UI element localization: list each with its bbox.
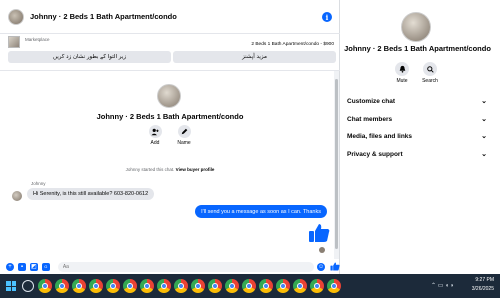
composer: + ▪ ◩ G ☺ bbox=[0, 259, 340, 274]
message-input[interactable] bbox=[57, 261, 315, 272]
media-files-links-item[interactable]: Media, files and links ⌄ bbox=[347, 130, 487, 142]
chrome-taskbar-icon[interactable] bbox=[123, 279, 137, 293]
mark-pending-button[interactable]: زیر التوا کے بطور نشان زد کریں bbox=[8, 51, 171, 63]
thumbs-up-icon[interactable] bbox=[308, 223, 330, 243]
listing-title[interactable]: 2 Beds 1 Bath Apartment/condo - $900 bbox=[251, 42, 334, 47]
like-send-icon[interactable] bbox=[330, 262, 340, 271]
marketplace-banner: Marketplace 2 Beds 1 Bath Apartment/cond… bbox=[0, 34, 340, 68]
sender-name: Johnny bbox=[31, 181, 46, 186]
search-button[interactable]: Search bbox=[418, 62, 442, 84]
chrome-taskbar-icon[interactable] bbox=[55, 279, 69, 293]
pencil-icon bbox=[177, 125, 191, 138]
chat-members-item[interactable]: Chat members ⌄ bbox=[347, 113, 487, 125]
chevron-down-icon: ⌄ bbox=[481, 151, 487, 158]
outgoing-message[interactable]: I'll send you a message as soon as I can… bbox=[195, 205, 327, 218]
add-button[interactable]: Add bbox=[140, 125, 170, 146]
search-icon bbox=[423, 62, 437, 76]
details-name: Johnny · 2 Beds 1 Bath Apartment/condo bbox=[344, 44, 491, 53]
emoji-icon[interactable]: ☺ bbox=[317, 262, 326, 271]
chrome-taskbar-icon[interactable] bbox=[157, 279, 171, 293]
scroll-thumb[interactable] bbox=[335, 79, 338, 249]
customize-chat-item[interactable]: Customize chat ⌄ bbox=[347, 95, 487, 107]
profile-photo[interactable] bbox=[157, 84, 181, 108]
chat-pane: Johnny · 2 Beds 1 Bath Apartment/condo i… bbox=[0, 0, 340, 274]
listing-thumbnail[interactable] bbox=[8, 36, 20, 48]
view-buyer-profile-link[interactable]: View buyer profile bbox=[176, 167, 215, 172]
seen-receipt-avatar bbox=[319, 247, 325, 253]
chrome-taskbar-icon[interactable] bbox=[293, 279, 307, 293]
marketplace-label: Marketplace bbox=[25, 37, 50, 42]
bell-icon bbox=[395, 62, 409, 76]
chat-avatar[interactable] bbox=[8, 8, 24, 25]
chrome-taskbar-icon[interactable] bbox=[225, 279, 239, 293]
profile-name: Johnny · 2 Beds 1 Bath Apartment/condo bbox=[96, 112, 244, 121]
chat-title[interactable]: Johnny · 2 Beds 1 Bath Apartment/condo bbox=[30, 12, 177, 21]
chrome-taskbar-icon[interactable] bbox=[208, 279, 222, 293]
chevron-down-icon: ⌄ bbox=[481, 98, 487, 105]
mute-label: Mute bbox=[396, 78, 408, 84]
chrome-taskbar-icon[interactable] bbox=[310, 279, 324, 293]
chrome-taskbar-icon[interactable] bbox=[191, 279, 205, 293]
chrome-taskbar-icon[interactable] bbox=[242, 279, 256, 293]
taskbar: ⌃ ▭ ◖ ◗ 9:27 PM 3/26/2025 bbox=[0, 274, 500, 298]
chrome-taskbar-icon[interactable] bbox=[106, 279, 120, 293]
chrome-taskbar-icon[interactable] bbox=[327, 279, 341, 293]
mute-button[interactable]: Mute bbox=[390, 62, 414, 84]
chrome-taskbar-icon[interactable] bbox=[276, 279, 290, 293]
privacy-support-item[interactable]: Privacy & support ⌄ bbox=[347, 148, 487, 160]
more-options-button[interactable]: مزید آپشنز bbox=[173, 51, 336, 63]
chat-header: Johnny · 2 Beds 1 Bath Apartment/condo i bbox=[0, 0, 340, 34]
started-text: Johnny started this chat. bbox=[125, 167, 175, 172]
incoming-message[interactable]: Hi Serenity, is this still available? 60… bbox=[27, 188, 155, 200]
sender-avatar[interactable] bbox=[12, 191, 22, 201]
search-label: Search bbox=[422, 78, 438, 84]
add-label: Add bbox=[150, 140, 160, 146]
chat-members-label: Chat members bbox=[347, 115, 393, 123]
chrome-taskbar-icon[interactable] bbox=[259, 279, 273, 293]
chevron-down-icon: ⌄ bbox=[481, 116, 487, 123]
details-pane: Johnny · 2 Beds 1 Bath Apartment/condo M… bbox=[340, 0, 500, 274]
add-person-icon bbox=[148, 125, 162, 138]
taskbar-apps bbox=[38, 279, 344, 293]
chrome-taskbar-icon[interactable] bbox=[38, 279, 52, 293]
system-tray-icons[interactable]: ⌃ ▭ ◖ ◗ bbox=[431, 282, 454, 289]
taskbar-time: 9:27 PM bbox=[475, 277, 494, 283]
taskbar-search-icon[interactable] bbox=[22, 280, 34, 292]
customize-chat-label: Customize chat bbox=[347, 97, 396, 105]
sticker-icon[interactable]: ◩ bbox=[29, 262, 38, 271]
chat-started-notice: Johnny started this chat. View buyer pro… bbox=[0, 167, 340, 172]
plus-icon[interactable]: + bbox=[6, 262, 14, 271]
chevron-down-icon: ⌄ bbox=[481, 133, 487, 140]
taskbar-clock[interactable]: 9:27 PM 3/26/2025 bbox=[472, 276, 494, 294]
gif-icon[interactable]: G bbox=[41, 262, 50, 271]
media-files-links-label: Media, files and links bbox=[347, 132, 413, 140]
chrome-taskbar-icon[interactable] bbox=[140, 279, 154, 293]
info-icon[interactable]: i bbox=[322, 12, 332, 22]
details-profile-photo[interactable] bbox=[401, 12, 431, 42]
scrollbar[interactable] bbox=[334, 71, 339, 259]
chrome-taskbar-icon[interactable] bbox=[89, 279, 103, 293]
image-icon[interactable]: ▪ bbox=[17, 262, 26, 271]
name-label: Name bbox=[177, 140, 191, 146]
conversation: Johnny · 2 Beds 1 Bath Apartment/condo A… bbox=[0, 71, 334, 259]
chrome-taskbar-icon[interactable] bbox=[174, 279, 188, 293]
chrome-taskbar-icon[interactable] bbox=[72, 279, 86, 293]
taskbar-date: 3/26/2025 bbox=[471, 286, 494, 292]
name-button[interactable]: Name bbox=[169, 125, 199, 146]
privacy-support-label: Privacy & support bbox=[347, 150, 403, 158]
windows-start-icon[interactable] bbox=[2, 277, 20, 295]
